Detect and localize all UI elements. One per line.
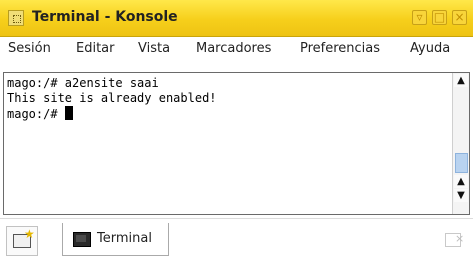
- new-star-icon: ★: [24, 227, 35, 241]
- menu-bar: Sesión Editar Vista Marcadores Preferenc…: [0, 37, 473, 61]
- menu-vista[interactable]: Vista: [138, 41, 170, 56]
- minimize-button[interactable]: ▿: [412, 10, 427, 25]
- window-title: Terminal - Konsole: [32, 9, 178, 25]
- terminal-output[interactable]: mago:/# a2ensite saai This site is alrea…: [7, 76, 451, 212]
- text-cursor: [64, 106, 73, 120]
- tab-label: Terminal: [97, 231, 152, 246]
- close-session-button[interactable]: ×: [437, 226, 469, 256]
- session-tab-bar: ★ Terminal ×: [0, 218, 473, 265]
- scroll-up-arrow-icon[interactable]: ▲: [454, 175, 468, 188]
- terminal-prompt-line: mago:/#: [7, 106, 451, 121]
- menu-marcadores[interactable]: Marcadores: [196, 41, 271, 56]
- new-session-button[interactable]: ★: [6, 226, 38, 256]
- window-menu-icon[interactable]: [8, 10, 24, 26]
- menu-preferencias[interactable]: Preferencias: [300, 41, 380, 56]
- terminal-line: mago:/# a2ensite saai: [7, 76, 159, 90]
- close-x-icon: ×: [455, 232, 465, 245]
- terminal-line: This site is already enabled!: [7, 91, 217, 105]
- konsole-window: Terminal - Konsole ▿ □ × Sesión Editar V…: [0, 0, 473, 265]
- vertical-scrollbar[interactable]: ▲ ▲ ▼: [452, 73, 469, 214]
- title-bar[interactable]: Terminal - Konsole ▿ □ ×: [0, 0, 473, 37]
- terminal-prompt: mago:/#: [7, 107, 65, 121]
- tab-terminal[interactable]: Terminal: [62, 223, 169, 256]
- terminal-icon: [73, 232, 91, 247]
- scroll-up-arrow-icon[interactable]: ▲: [454, 74, 468, 87]
- maximize-button[interactable]: □: [432, 10, 447, 25]
- scrollbar-thumb[interactable]: [455, 153, 468, 173]
- menu-sesion[interactable]: Sesión: [8, 41, 51, 56]
- terminal-frame: mago:/# a2ensite saai This site is alrea…: [3, 72, 470, 215]
- menu-editar[interactable]: Editar: [76, 41, 115, 56]
- menu-ayuda[interactable]: Ayuda: [410, 41, 450, 56]
- scroll-down-arrow-icon[interactable]: ▼: [454, 189, 468, 202]
- close-button[interactable]: ×: [452, 10, 467, 25]
